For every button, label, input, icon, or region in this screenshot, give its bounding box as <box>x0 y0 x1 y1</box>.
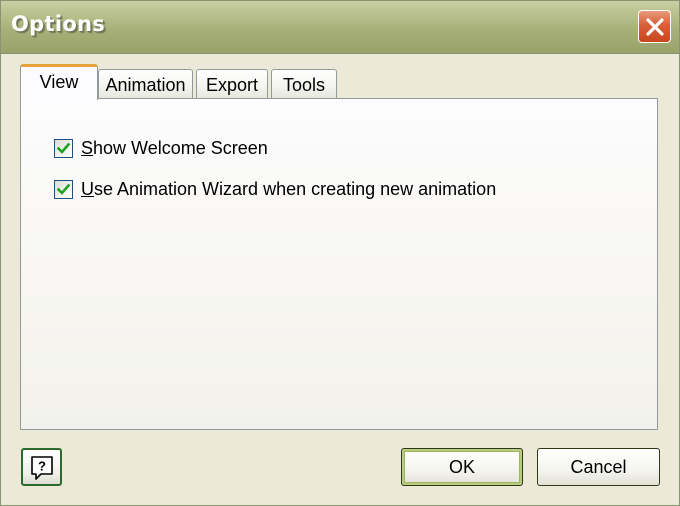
view-tab-panel: Show Welcome Screen Use Animation Wizard… <box>20 98 658 430</box>
title-bar[interactable]: Options <box>1 1 679 54</box>
checkmark-icon <box>57 142 70 154</box>
tab-tools[interactable]: Tools <box>271 69 337 99</box>
options-dialog: Options View Animation Export Tools Show… <box>0 0 680 506</box>
show-welcome-screen-option[interactable]: Show Welcome Screen <box>54 136 268 160</box>
help-button[interactable]: ? <box>21 448 62 486</box>
window-title: Options <box>11 12 106 36</box>
tab-view[interactable]: View <box>20 64 98 100</box>
use-animation-wizard-checkbox[interactable] <box>54 179 73 199</box>
svg-text:?: ? <box>38 459 46 474</box>
checkmark-icon <box>57 183 70 195</box>
tab-tools-label: Tools <box>282 75 326 95</box>
tab-export[interactable]: Export <box>196 69 268 99</box>
show-welcome-screen-label: Show Welcome Screen <box>81 137 268 158</box>
tab-export-label: Export <box>205 75 259 95</box>
ok-button[interactable]: OK <box>401 448 523 486</box>
tab-animation-label: Animation <box>105 75 186 95</box>
use-animation-wizard-label: Use Animation Wizard when creating new a… <box>81 178 497 199</box>
close-button[interactable] <box>638 10 671 43</box>
show-welcome-screen-checkbox[interactable] <box>54 138 73 158</box>
cancel-button-label: Cancel <box>570 457 627 477</box>
tab-animation[interactable]: Animation <box>98 69 193 99</box>
cancel-button[interactable]: Cancel <box>537 448 660 486</box>
help-question-icon: ? <box>31 456 53 480</box>
close-icon <box>646 18 664 36</box>
tab-view-label: View <box>39 72 79 92</box>
use-animation-wizard-option[interactable]: Use Animation Wizard when creating new a… <box>54 177 496 201</box>
ok-button-label: OK <box>448 457 475 477</box>
